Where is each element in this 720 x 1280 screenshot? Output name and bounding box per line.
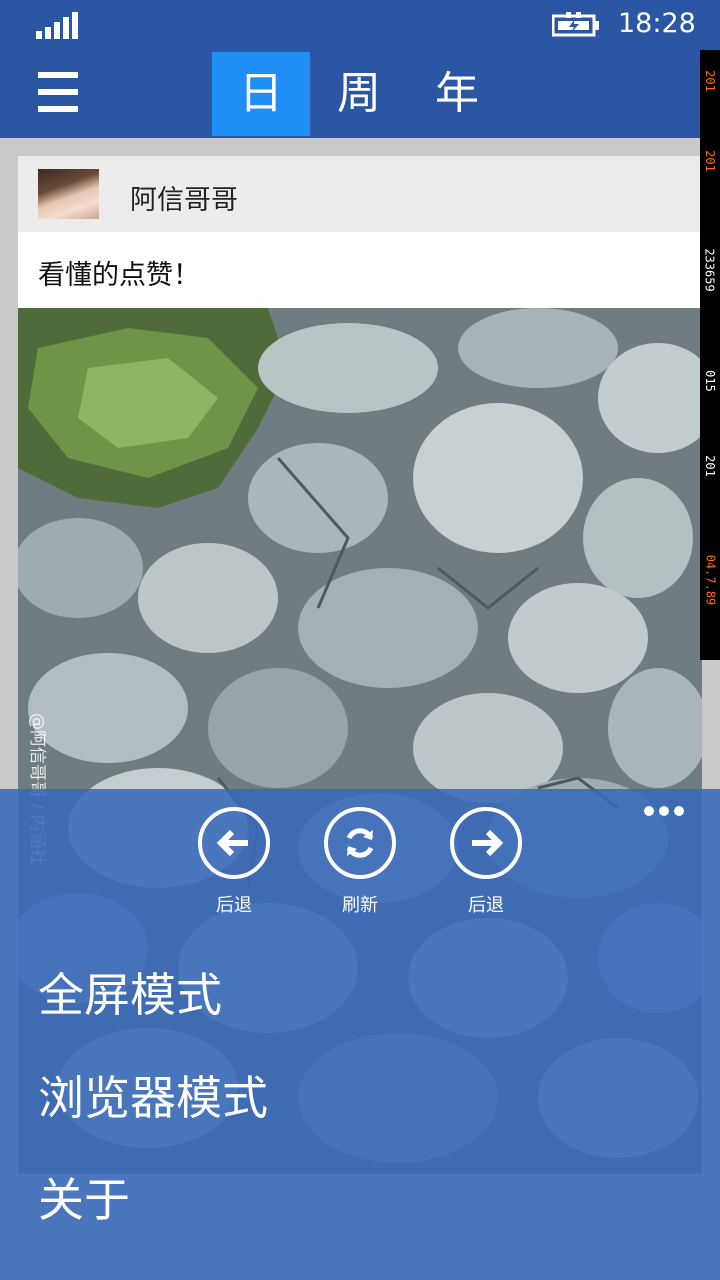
post-text: 看懂的点赞！ (38, 260, 200, 291)
tab-week[interactable]: 周 (310, 52, 408, 136)
back-button[interactable]: 后退 (189, 807, 279, 917)
arrow-right-icon (450, 807, 522, 879)
debug-label: 233659 (703, 248, 718, 292)
avatar[interactable] (38, 169, 99, 219)
app-bar: 后退 刷新 后退 全屏模式 浏览器模式 关于 (0, 789, 720, 1280)
post-author-row[interactable]: 阿信哥哥 (18, 156, 702, 232)
signal-bars-icon (36, 11, 80, 39)
refresh-icon (324, 807, 396, 879)
post-text-row: 看懂的点赞！ (18, 232, 702, 308)
debug-label: 015 (703, 370, 717, 392)
refresh-button[interactable]: 刷新 (315, 807, 405, 917)
debug-label: 04.7.89 (703, 554, 718, 606)
ellipsis-icon[interactable] (642, 803, 686, 819)
tab-year[interactable]: 年 (408, 52, 506, 136)
debug-label: 201 (703, 150, 717, 172)
debug-strip: 201 201 233659 015 201 04.7.89 (700, 50, 720, 660)
debug-label: 201 (703, 455, 717, 477)
status-time: 18:28 (618, 8, 696, 39)
refresh-label: 刷新 (342, 895, 378, 916)
menu-item-fullscreen[interactable]: 全屏模式 (38, 959, 222, 1025)
menu-item-about[interactable]: 关于 (38, 1164, 130, 1230)
forward-button[interactable]: 后退 (441, 807, 531, 917)
back-label: 后退 (216, 895, 252, 916)
author-name[interactable]: 阿信哥哥 (130, 178, 238, 217)
hamburger-menu-icon[interactable] (38, 72, 80, 114)
app-header: 日 周 年 (0, 50, 720, 138)
tab-day[interactable]: 日 (212, 52, 310, 136)
forward-label: 后退 (468, 895, 504, 916)
arrow-left-icon (198, 807, 270, 879)
menu-item-browser-mode[interactable]: 浏览器模式 (38, 1062, 268, 1128)
debug-label: 201 (703, 70, 717, 92)
battery-charging-icon (552, 12, 599, 37)
status-bar: 18:28 (0, 0, 720, 50)
